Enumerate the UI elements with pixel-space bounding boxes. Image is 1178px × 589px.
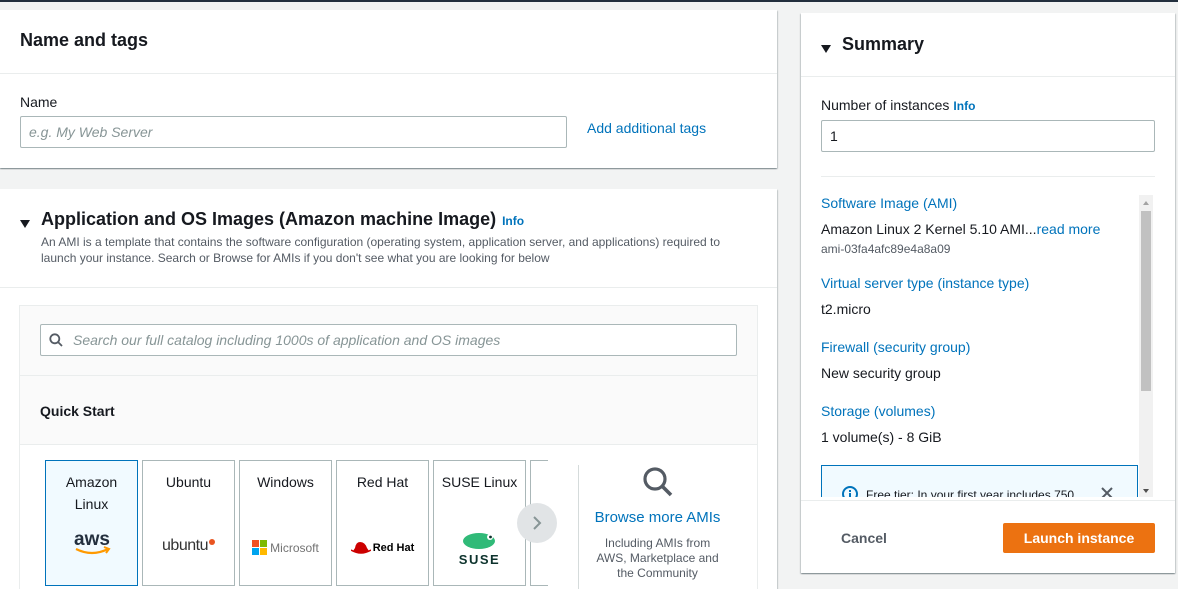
ami-tile-windows[interactable]: Windows Microsoft — [239, 460, 332, 586]
ami-search-input[interactable]: Search our full catalog including 1000s … — [40, 324, 737, 356]
quick-start-label: Quick Start — [40, 403, 115, 419]
search-icon — [49, 333, 63, 347]
tile-label: Ubuntu — [165, 474, 212, 490]
magnifier-icon — [642, 467, 672, 497]
caret-down-icon — [20, 220, 30, 228]
tile-label: Amazon Linux — [65, 474, 118, 512]
ubuntu-logo: ubuntu — [143, 537, 234, 555]
read-more-link[interactable]: read more — [1037, 221, 1101, 237]
divider — [0, 287, 777, 288]
browse-more-amis[interactable]: Browse more AMIs Including AMIs from AWS… — [590, 466, 725, 581]
summary-collapse-toggle[interactable] — [821, 40, 831, 58]
summary-panel: Summary Number of instances Info 1 Softw… — [801, 13, 1175, 573]
ami-tile-ubuntu[interactable]: Ubuntu ubuntu — [142, 460, 235, 586]
caret-down-icon — [821, 45, 831, 53]
scroll-down-icon[interactable] — [1139, 485, 1153, 497]
storage-value: 1 volume(s) - 8 GiB — [821, 429, 942, 445]
aws-logo: aws — [46, 529, 137, 559]
next-tiles-button[interactable] — [517, 503, 557, 543]
name-placeholder: e.g. My Web Server — [29, 124, 153, 140]
divider — [578, 465, 579, 589]
firewall-link[interactable]: Firewall (security group) — [821, 339, 970, 355]
divider — [801, 76, 1175, 77]
top-bar — [0, 0, 1178, 2]
free-tier-text: Free tier: In your first year includes 7… — [866, 488, 1075, 497]
name-input[interactable]: e.g. My Web Server — [20, 116, 567, 148]
tile-label: Red Hat — [356, 474, 409, 490]
summary-scrollbar[interactable] — [1139, 195, 1153, 497]
ami-collapse-toggle[interactable] — [20, 215, 30, 233]
storage-link[interactable]: Storage (volumes) — [821, 403, 935, 419]
divider — [821, 176, 1155, 177]
browse-more-amis-link[interactable]: Browse more AMIs — [590, 509, 725, 526]
ami-search-placeholder: Search our full catalog including 1000s … — [73, 332, 501, 348]
number-of-instances-input[interactable]: 1 — [821, 120, 1155, 152]
browse-more-subtext: Including AMIs from AWS, Marketplace and… — [596, 536, 719, 580]
ami-heading: Application and OS Images (Amazon machin… — [41, 209, 497, 229]
name-tags-heading: Name and tags — [20, 30, 149, 50]
instance-type-value: t2.micro — [821, 301, 871, 317]
name-label: Name — [20, 94, 58, 110]
ami-id: ami-03fa4afc89e4a8a09 — [821, 242, 951, 256]
ami-value: Amazon Linux 2 Kernel 5.10 AMI...read mo… — [821, 221, 1101, 237]
tile-label: Windows — [257, 474, 314, 490]
divider — [20, 375, 757, 376]
close-icon[interactable] — [1100, 486, 1114, 497]
instances-label: Number of instances — [821, 97, 950, 113]
add-additional-tags-link[interactable]: Add additional tags — [587, 120, 706, 136]
ami-description: An AMI is a template that contains the s… — [41, 235, 721, 265]
summary-heading: Summary — [842, 34, 925, 54]
summary-details: Software Image (AMI) Amazon Linux 2 Kern… — [821, 195, 1139, 497]
microsoft-logo: Microsoft — [240, 540, 331, 555]
free-tier-alert: Free tier: In your first year includes 7… — [821, 465, 1138, 497]
tile-label: SUSE Linux — [441, 474, 518, 490]
scrollbar-thumb[interactable] — [1141, 211, 1151, 391]
instance-type-link[interactable]: Virtual server type (instance type) — [821, 275, 1029, 291]
ami-tile-amazon-linux[interactable]: Amazon Linux aws — [45, 460, 138, 586]
software-image-link[interactable]: Software Image (AMI) — [821, 195, 957, 211]
cancel-button[interactable]: Cancel — [823, 523, 905, 553]
ami-tile-suse-linux[interactable]: SUSE Linux SUSE — [433, 460, 526, 586]
launch-instance-button[interactable]: Launch instance — [1003, 523, 1155, 553]
instances-info-link[interactable]: Info — [953, 99, 975, 113]
ami-info-link[interactable]: Info — [502, 214, 524, 228]
ami-panel: Application and OS Images (Amazon machin… — [0, 189, 777, 589]
red-hat-logo: Red Hat — [337, 541, 428, 555]
ami-tile-red-hat[interactable]: Red Hat Red Hat — [336, 460, 429, 586]
scroll-up-icon[interactable] — [1139, 197, 1153, 209]
chevron-right-icon — [533, 516, 542, 530]
info-circle-icon — [842, 486, 858, 497]
suse-logo: SUSE — [434, 530, 525, 567]
divider — [801, 500, 1175, 501]
name-and-tags-panel: Name and tags Name e.g. My Web Server Ad… — [0, 10, 777, 168]
firewall-value: New security group — [821, 365, 941, 381]
divider — [0, 73, 777, 74]
